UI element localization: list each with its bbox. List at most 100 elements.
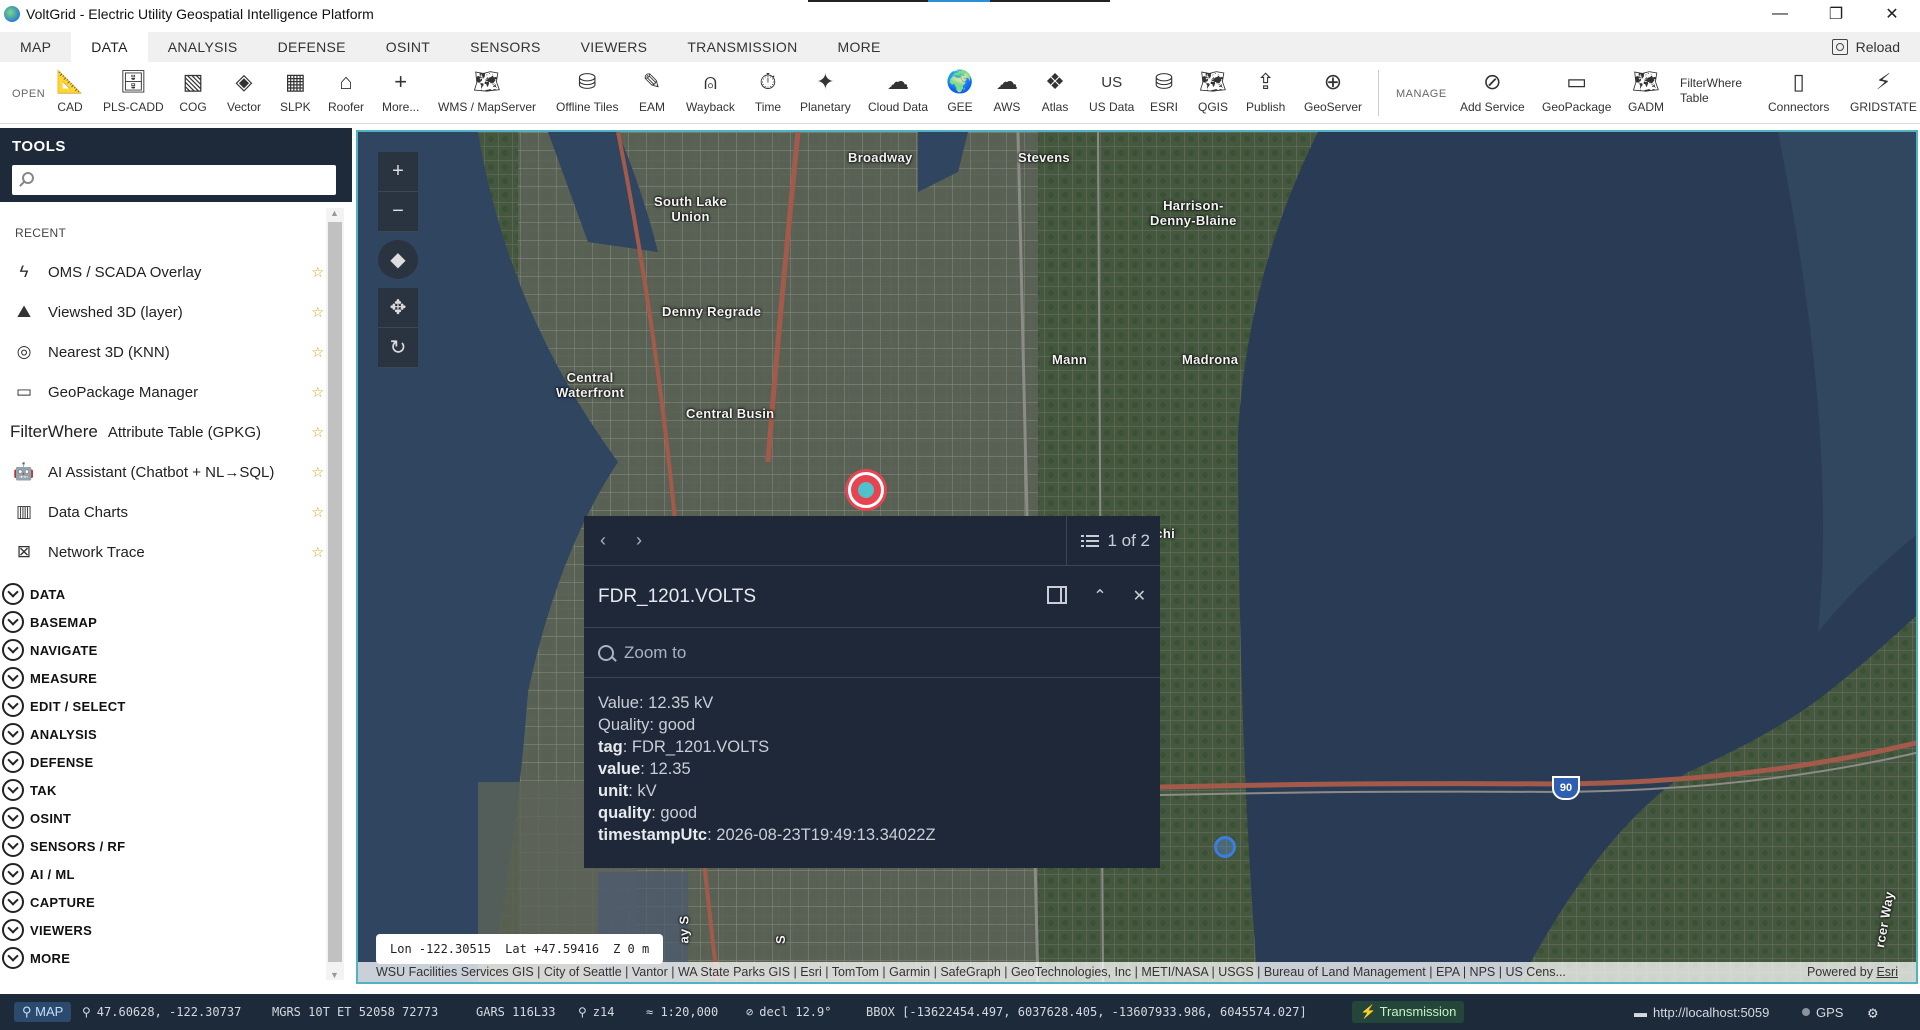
section-basemap[interactable]: BASEMAP (2, 608, 322, 636)
filterwhere-table-button[interactable]: FilterWhere Table (1680, 76, 1742, 106)
esri-link[interactable]: Esri (1876, 965, 1898, 979)
recent-item-attribute-table[interactable]: FilterWhere Attribute Table (GPKG) ☆ (10, 412, 324, 452)
esri-icon: ⛁ (1154, 69, 1174, 94)
previous-feature-button[interactable]: ‹ (600, 530, 606, 551)
rotate-icon[interactable]: ↻ (378, 328, 418, 368)
recent-item-ai-assistant[interactable]: 🤖 AI Assistant (Chatbot + NL→SQL) ☆ (12, 452, 324, 492)
tab-more[interactable]: MORE (817, 32, 900, 62)
geoserver-button[interactable]: ⊕ GeoServer (1304, 68, 1362, 114)
gee-button[interactable]: 🌍 GEE (946, 68, 974, 114)
eam-button[interactable]: ✎ EAM (638, 68, 666, 114)
star-icon[interactable]: ☆ (311, 384, 324, 401)
roofer-button[interactable]: ⌂ Roofer (328, 68, 364, 114)
section-navigate[interactable]: NAVIGATE (2, 636, 322, 664)
transmission-mode-badge[interactable]: ⚡ Transmission (1352, 1001, 1465, 1023)
scroll-up-icon[interactable]: ▲ (330, 208, 339, 218)
tab-analysis[interactable]: ANALYSIS (148, 32, 258, 62)
section-data[interactable]: DATA (2, 580, 322, 608)
section-tak[interactable]: TAK (2, 776, 322, 804)
section-capture[interactable]: CAPTURE (2, 888, 322, 916)
offline-tiles-button[interactable]: ⛁ Offline Tiles (556, 68, 618, 114)
tab-data[interactable]: DATA (71, 32, 148, 62)
zoom-out-button[interactable]: − (378, 192, 418, 232)
more-button[interactable]: + More... (382, 68, 419, 114)
time-button[interactable]: ⏱ Time (754, 68, 782, 114)
reload-button[interactable]: Reload (1831, 32, 1900, 62)
tools-scrollbar[interactable]: ▲ ▼ (326, 208, 344, 980)
section-more[interactable]: MORE (2, 944, 322, 972)
star-icon[interactable]: ☆ (311, 304, 324, 321)
tab-sensors[interactable]: SENSORS (450, 32, 561, 62)
aws-button[interactable]: ☁ AWS (993, 68, 1021, 114)
tab-osint[interactable]: OSINT (366, 32, 450, 62)
selected-feature-marker-icon[interactable] (848, 472, 884, 508)
section-viewers[interactable]: VIEWERS (2, 916, 322, 944)
tab-map[interactable]: MAP (0, 32, 71, 62)
star-icon[interactable]: ☆ (311, 464, 324, 481)
recent-item-viewshed[interactable]: ⛰ Viewshed 3D (layer) ☆ (12, 292, 324, 332)
scrollbar-thumb[interactable] (328, 222, 342, 962)
tab-defense[interactable]: DEFENSE (258, 32, 366, 62)
cloud-data-button[interactable]: ☁ Cloud Data (868, 68, 928, 114)
cad-button[interactable]: 📐 CAD (56, 68, 84, 114)
section-analysis[interactable]: ANALYSIS (2, 720, 322, 748)
star-icon[interactable]: ☆ (311, 544, 324, 561)
section-edit-select[interactable]: EDIT / SELECT (2, 692, 322, 720)
star-icon[interactable]: ☆ (311, 504, 324, 521)
add-service-button[interactable]: ⊘ Add Service (1460, 68, 1525, 114)
section-defense[interactable]: DEFENSE (2, 748, 322, 776)
zoom-to-button[interactable]: Zoom to (584, 628, 1160, 678)
section-ai-ml[interactable]: AI / ML (2, 860, 322, 888)
vector-icon: ◈ (235, 69, 253, 94)
tab-viewers[interactable]: VIEWERS (561, 32, 668, 62)
zoom-in-button[interactable]: + (378, 152, 418, 192)
server-url[interactable]: http://localhost:5059 (1653, 1005, 1769, 1020)
vector-button[interactable]: ◈ Vector (227, 68, 261, 114)
atlas-button[interactable]: ❖ Atlas (1041, 68, 1069, 114)
planetary-button[interactable]: ✦ Planetary (800, 68, 851, 114)
esri-button[interactable]: ⛁ ESRI (1150, 68, 1178, 114)
collapse-icon[interactable]: ⌃ (1093, 586, 1106, 606)
slpk-button[interactable]: ▦ SLPK (280, 68, 311, 114)
feature-count-button[interactable]: 1 of 2 (1066, 516, 1150, 566)
gridstate-button[interactable]: ⚡ GRIDSTATE (1850, 68, 1917, 114)
section-measure[interactable]: MEASURE (2, 664, 322, 692)
tools-search-input[interactable] (12, 165, 336, 195)
star-icon[interactable]: ☆ (311, 344, 324, 361)
connectors-button[interactable]: ▯ Connectors (1768, 68, 1829, 114)
gadm-button[interactable]: 🗺 GADM (1628, 68, 1664, 114)
qgis-button[interactable]: 🗺 QGIS (1198, 68, 1228, 114)
tab-transmission[interactable]: TRANSMISSION (667, 32, 817, 62)
gear-icon[interactable]: ⚙ (1868, 1003, 1878, 1022)
recent-item-geopackage-manager[interactable]: ▭ GeoPackage Manager ☆ (12, 372, 324, 412)
recent-item-nearest-3d[interactable]: ◎ Nearest 3D (KNN) ☆ (12, 332, 324, 372)
publish-icon: ⇪ (1256, 69, 1275, 94)
recent-item-data-charts[interactable]: ▥ Data Charts ☆ (12, 492, 324, 532)
wayback-button[interactable]: ⍝ Wayback (686, 68, 735, 114)
map-mode-badge[interactable]: ⚲ MAP (14, 1002, 72, 1022)
scroll-down-icon[interactable]: ▼ (330, 970, 339, 980)
star-icon[interactable]: ☆ (311, 424, 324, 441)
pan-icon[interactable]: ✥ (378, 288, 418, 328)
geopackage-button[interactable]: ▭ GeoPackage (1542, 68, 1611, 114)
minimize-button[interactable]: — (1752, 0, 1808, 28)
compass-icon[interactable]: ◆ (378, 240, 418, 280)
dock-icon[interactable] (1047, 586, 1068, 604)
recent-item-network-trace[interactable]: ⊠ Network Trace ☆ (12, 532, 324, 572)
restore-button[interactable]: ❐ (1808, 0, 1864, 28)
feature-marker-icon[interactable] (1214, 836, 1236, 858)
map-view[interactable]: + − ◆ ✥ ↻ Broadway Stevens South Lake Un… (356, 130, 1918, 984)
wms-mapserver-button[interactable]: 🗺 WMS / MapServer (438, 68, 536, 114)
pls-cadd-button[interactable]: 🗄 PLS-CADD (103, 68, 164, 114)
close-button[interactable]: ✕ (1864, 0, 1920, 28)
recent-item-oms-scada[interactable]: ϟ OMS / SCADA Overlay ☆ (12, 252, 325, 292)
next-feature-button[interactable]: › (636, 530, 642, 551)
cog-button[interactable]: ▧ COG (179, 68, 207, 114)
publish-button[interactable]: ⇪ Publish (1246, 68, 1285, 114)
gps-label[interactable]: GPS (1816, 1005, 1843, 1020)
us-data-button[interactable]: US US Data (1089, 68, 1134, 115)
star-icon[interactable]: ☆ (311, 264, 324, 281)
close-icon[interactable]: ✕ (1133, 586, 1146, 606)
section-sensors-rf[interactable]: SENSORS / RF (2, 832, 322, 860)
section-osint[interactable]: OSINT (2, 804, 322, 832)
